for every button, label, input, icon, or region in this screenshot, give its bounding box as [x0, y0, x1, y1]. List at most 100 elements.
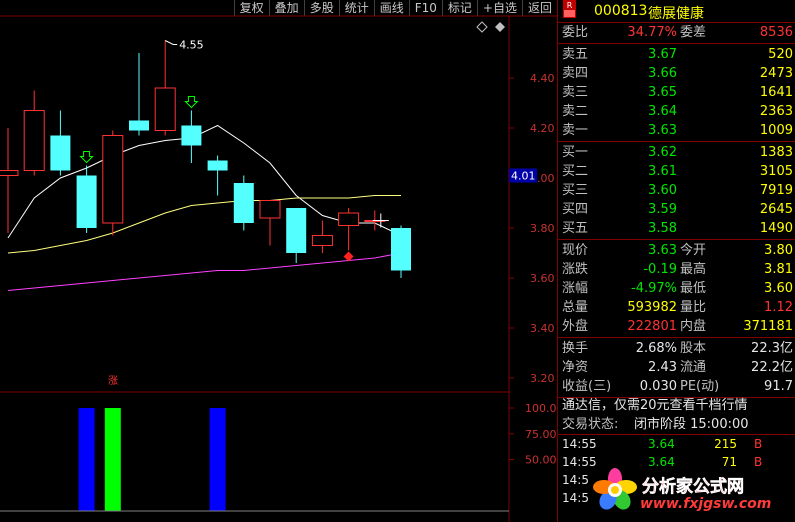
- row-value: 3.67: [648, 47, 677, 62]
- quote-row: 买五 3.58 1490: [558, 219, 795, 238]
- candle-body: [129, 120, 149, 131]
- high-annotation: 4.55: [179, 39, 204, 52]
- row-value-2: 3105: [759, 164, 793, 179]
- quote-row: 卖三 3.65 1641: [558, 83, 795, 102]
- price-tick-label: 4.20: [530, 122, 555, 135]
- price-tick-label: 3.60: [530, 272, 555, 285]
- quote-row: 卖四 3.66 2473: [558, 64, 795, 83]
- row-label: 买五: [562, 221, 589, 236]
- row-label: 总量: [562, 300, 589, 315]
- quote-row: 卖五 3.67 520: [558, 45, 795, 64]
- quote-row: 买二 3.61 3105: [558, 162, 795, 181]
- row-value: 2.43: [648, 360, 677, 375]
- row-label: 买一: [562, 145, 589, 160]
- volume-bar: [78, 408, 95, 511]
- row-label: 换手: [562, 341, 589, 356]
- row-label: 卖四: [562, 66, 589, 81]
- quote-row: 委比 34.77% 委差 8536: [558, 23, 795, 42]
- candle-body: [391, 228, 411, 271]
- candle-body: [286, 208, 307, 253]
- promo-text[interactable]: 通达信，仅需20元查看千档行情: [562, 396, 748, 415]
- row-value: 3.58: [648, 221, 677, 236]
- row-value-2: 1009: [759, 123, 793, 138]
- row-value-2: 1383: [759, 145, 793, 160]
- row-label-2: 量比: [680, 300, 707, 315]
- row-value-2: 22.2亿: [751, 360, 793, 375]
- row-label-2: 流通: [680, 360, 707, 375]
- row-value: 593982: [627, 300, 677, 315]
- row-label: 收益(三): [562, 379, 612, 394]
- r-badge-icon: R: [563, 0, 576, 18]
- candle-body: [76, 175, 97, 228]
- quote-row: 卖一 3.63 1009: [558, 121, 795, 140]
- tick-time: 14:5: [562, 491, 589, 505]
- candle-body: [311, 235, 333, 246]
- row-label: 现价: [562, 243, 589, 258]
- row-label-2: 今开: [680, 243, 707, 258]
- tick-time: 14:5: [562, 473, 589, 487]
- row-value: 0.030: [639, 379, 677, 394]
- row-label-2: 内盘: [680, 319, 707, 334]
- candle-body: [102, 135, 124, 224]
- price-tick-label: 4.40: [530, 72, 555, 85]
- diamond-outline-icon: [476, 21, 488, 33]
- row-label: 委比: [562, 25, 589, 40]
- tick-volume: 215: [714, 437, 737, 451]
- candle-body: [181, 125, 202, 146]
- row-value: 3.61: [648, 164, 677, 179]
- tick-time: 14:55: [562, 437, 597, 451]
- row-label: 净资: [562, 360, 589, 375]
- quote-row: 买四 3.59 2645: [558, 200, 795, 219]
- row-value-2: 371181: [743, 319, 793, 334]
- candle-body: [259, 200, 281, 219]
- row-value-2: 2645: [759, 202, 793, 217]
- divider: [558, 43, 795, 44]
- row-value: 3.63: [648, 123, 677, 138]
- volume-tick-label: 50.00: [525, 454, 557, 467]
- row-value: 3.66: [648, 66, 677, 81]
- quote-row: 涨跌 -0.19 最高 3.81: [558, 260, 795, 279]
- promo-row[interactable]: 通达信，仅需20元查看千档行情: [558, 396, 795, 415]
- row-value: 3.65: [648, 85, 677, 100]
- tick-row: 14:55 3.64 215 B: [558, 436, 795, 453]
- row-label-2: PE(动): [680, 379, 720, 394]
- candle-body: [338, 212, 360, 226]
- row-label: 涨幅: [562, 281, 589, 296]
- row-value: 2.68%: [635, 341, 677, 356]
- zhang-marker: 涨: [108, 375, 118, 387]
- high-pointer: [164, 40, 178, 45]
- tick-price: 3.64: [648, 437, 675, 451]
- candle-body: [23, 110, 45, 171]
- ma20-line: [7, 252, 402, 291]
- quote-row: 换手 2.68% 股本 22.3亿: [558, 339, 795, 358]
- divider: [558, 337, 795, 338]
- row-label: 外盘: [562, 319, 589, 334]
- diamond-filled-icon: [495, 22, 505, 32]
- row-label: 涨跌: [562, 262, 589, 277]
- row-value: 3.64: [648, 104, 677, 119]
- row-value-2: 2473: [759, 66, 793, 81]
- quote-row: 收益(三) 0.030 PE(动) 91.7: [558, 377, 795, 396]
- stock-code: 000813: [594, 3, 648, 19]
- row-label: 买二: [562, 164, 589, 179]
- watermark-url: www.fxjgsw.com: [640, 496, 772, 512]
- candle-body: [233, 183, 254, 223]
- quote-row: 现价 3.63 今开 3.80: [558, 241, 795, 260]
- tick-side: B: [754, 437, 763, 451]
- row-value-2: 520: [768, 47, 793, 62]
- price-tick-label: 3.80: [530, 222, 555, 235]
- quote-row: 外盘 222801 内盘 371181: [558, 317, 795, 336]
- row-label: 卖二: [562, 104, 589, 119]
- candle-body: [50, 135, 71, 171]
- row-value-2: 91.7: [764, 379, 793, 394]
- row-value-2: 3.81: [764, 262, 793, 277]
- quote-row: 净资 2.43 流通 22.2亿: [558, 358, 795, 377]
- row-label-2: 最低: [680, 281, 707, 296]
- quote-panel: R 000813 德展健康 委比 34.77% 委差 8536 卖五 3.67 520 卖四 3…: [558, 0, 795, 522]
- divider: [558, 239, 795, 240]
- row-label: 买三: [562, 183, 589, 198]
- row-value-2: 1641: [759, 85, 793, 100]
- candle-body: [154, 87, 176, 131]
- kline-chart[interactable]: 4.404.204.003.803.603.403.204.554.01100.…: [0, 0, 557, 522]
- down-arrow-icon: [79, 151, 94, 164]
